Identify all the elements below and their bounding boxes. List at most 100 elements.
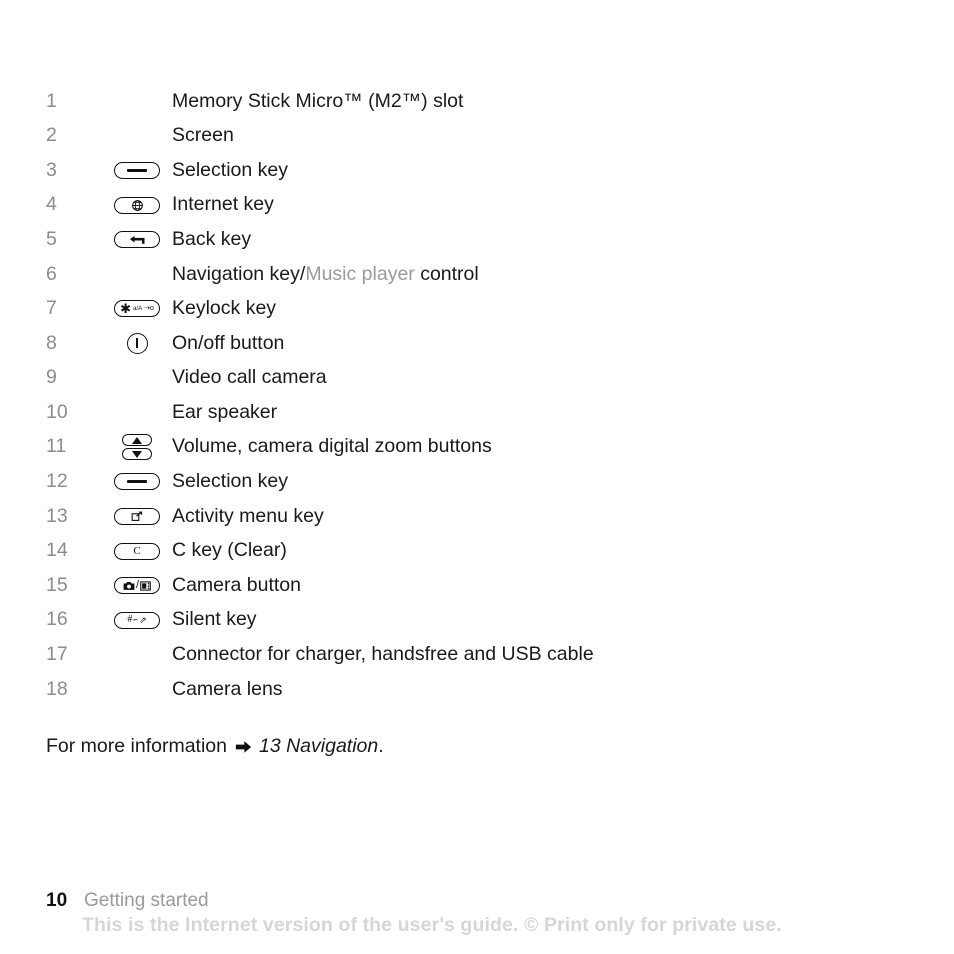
legend-number: 14 <box>46 539 68 562</box>
legend-label: Internet key <box>172 193 274 216</box>
legend-number: 6 <box>46 262 57 285</box>
silent-glyph-group: # ⌐ ⇗ <box>127 615 146 625</box>
legend-row: 13 Activity menu key <box>46 499 906 534</box>
page-footer: 10 Getting started <box>46 890 209 912</box>
legend-label: Video call camera <box>172 366 327 389</box>
internet-version-watermark: This is the Internet version of the user… <box>82 914 782 936</box>
legend-row: 7 ✱ a/A ⇢o Keylock key <box>46 292 906 327</box>
right-arrow-glyph <box>235 740 252 753</box>
film-strip-glyph <box>140 580 151 591</box>
legend-label: Camera button <box>172 573 301 596</box>
volume-down-key <box>122 448 152 461</box>
power-icon <box>126 332 148 354</box>
keylock-glyph-group: ✱ a/A ⇢o <box>120 302 154 315</box>
legend-number: 12 <box>46 470 68 493</box>
legend-row: 9 Video call camera <box>46 361 906 396</box>
legend-number: 16 <box>46 608 68 631</box>
legend-icon-slot <box>102 326 172 361</box>
legend-icon-slot: C <box>102 534 172 569</box>
legend-row: 18 Camera lens <box>46 672 906 707</box>
legend-icon-slot <box>102 153 172 188</box>
slash-glyph: / <box>135 579 140 592</box>
legend-number: 11 <box>46 435 67 458</box>
legend-row: 8 On/off button <box>46 326 906 361</box>
legend-row: 5 Back key <box>46 222 906 257</box>
legend-label: Screen <box>172 124 234 147</box>
camera-video-icon: / <box>114 577 160 595</box>
legend-icon-slot-empty <box>102 257 172 292</box>
volume-up-down-icon <box>122 434 152 461</box>
legend-icon-slot-empty <box>102 672 172 707</box>
legend-label: Back key <box>172 227 252 250</box>
legend-label: Activity menu key <box>172 504 324 527</box>
legend-icon-slot-empty <box>102 84 172 119</box>
shift-arrow-glyph: ⇢o <box>144 305 154 313</box>
volume-up-key <box>122 434 152 447</box>
legend-row: 17 Connector for charger, handsfree and … <box>46 638 906 673</box>
legend-label: Selection key <box>172 158 288 181</box>
power-bar-glyph <box>136 338 138 349</box>
clear-key-icon: C <box>114 542 160 560</box>
selection-key-icon <box>114 161 160 179</box>
back-arrow-icon <box>114 231 160 249</box>
legend-number: 17 <box>46 643 68 666</box>
legend-icon-slot <box>102 465 172 500</box>
legend-number: 18 <box>46 677 68 700</box>
legend-icon-slot <box>102 430 172 465</box>
asterisk-glyph: ✱ <box>120 301 132 317</box>
mute-glyph: ⇗ <box>139 614 147 625</box>
more-information-prefix: For more information <box>46 735 227 757</box>
legend-row: 14 C C key (Clear) <box>46 534 906 569</box>
legend-row: 2 Screen <box>46 119 906 154</box>
back-arrow-glyph <box>129 235 145 244</box>
silent-hash-icon: # ⌐ ⇗ <box>114 611 160 629</box>
legend-label: Silent key <box>172 608 257 631</box>
activity-menu-glyph <box>131 511 142 521</box>
legend-icon-slot <box>102 188 172 223</box>
triangle-down-glyph <box>132 450 142 458</box>
legend-number: 9 <box>46 366 57 389</box>
camera-video-glyph-group: / <box>123 580 151 591</box>
legend-number: 1 <box>46 89 57 112</box>
legend-row: 16 # ⌐ ⇗ Silent key <box>46 603 906 638</box>
dash-small-glyph: ⌐ <box>133 615 139 625</box>
legend-row: 3 Selection key <box>46 153 906 188</box>
legend-number: 13 <box>46 504 68 527</box>
legend-row: 15 / Camera button <box>46 568 906 603</box>
legend-number: 15 <box>46 573 68 596</box>
legend-row: 6 Navigation key/Music player control <box>46 257 906 292</box>
cross-reference-link[interactable]: Music player <box>305 263 414 285</box>
more-information-suffix: . <box>378 735 384 757</box>
right-arrow-icon <box>235 740 252 754</box>
legend-label: Ear speaker <box>172 400 278 423</box>
more-information-line: For more information 13 Navigation. <box>46 735 384 757</box>
legend-number: 5 <box>46 227 57 250</box>
legend-number: 4 <box>46 193 57 216</box>
legend-icon-slot-empty <box>102 638 172 673</box>
navigation-cross-reference[interactable]: 13 Navigation <box>259 736 378 757</box>
legend-icon-slot: ✱ a/A ⇢o <box>102 292 172 327</box>
legend-row: 12 Selection key <box>46 465 906 500</box>
legend-row: 4 Internet key <box>46 188 906 223</box>
camera-glyph <box>123 581 135 590</box>
triangle-up-glyph <box>132 436 142 444</box>
dash-glyph <box>127 480 147 484</box>
legend-row: 10 Ear speaker <box>46 395 906 430</box>
legend-label: Camera lens <box>172 677 283 700</box>
legend-label: C key (Clear) <box>172 539 287 562</box>
dash-glyph <box>127 168 147 172</box>
legend-number: 3 <box>46 158 57 181</box>
legend-icon-slot: # ⌐ ⇗ <box>102 603 172 638</box>
key-legend-list: 1 Memory Stick Micro™ (M2™) slot 2 Scree… <box>46 84 906 707</box>
keylock-icon: ✱ a/A ⇢o <box>114 300 160 318</box>
activity-menu-icon <box>114 507 160 525</box>
legend-number: 10 <box>46 400 68 423</box>
case-shift-glyph: a/A <box>133 305 143 312</box>
legend-label: Memory Stick Micro™ (M2™) slot <box>172 89 464 112</box>
legend-label-part2: control <box>414 262 479 285</box>
legend-label: Keylock key <box>172 297 277 320</box>
legend-number: 7 <box>46 297 57 320</box>
legend-number: 8 <box>46 331 57 354</box>
legend-icon-slot: / <box>102 568 172 603</box>
selection-key-icon <box>114 473 160 491</box>
